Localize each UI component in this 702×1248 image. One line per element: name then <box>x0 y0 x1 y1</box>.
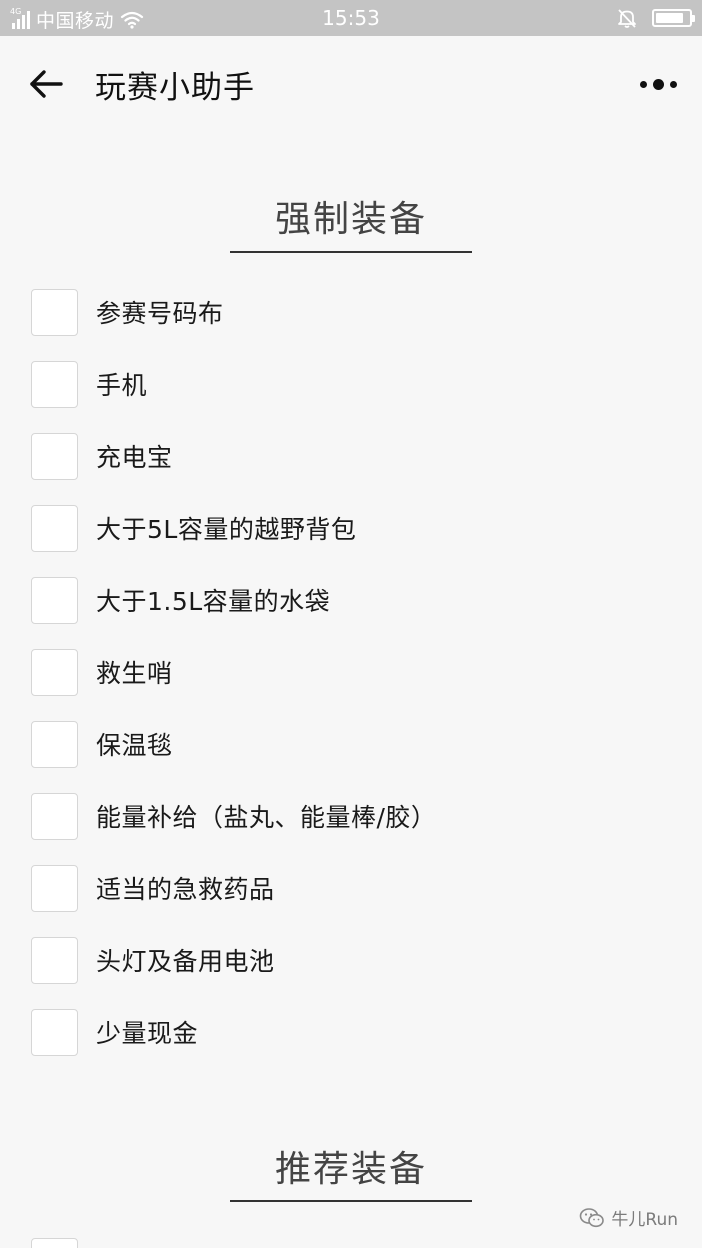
checklist-item-label: 参赛号码布 <box>96 299 224 328</box>
checklist-item[interactable]: 头灯及备用电池 <box>31 936 275 984</box>
nav-bar: 玩赛小助手 <box>0 36 702 130</box>
page-title: 玩赛小助手 <box>95 70 255 106</box>
checkbox[interactable] <box>31 648 78 696</box>
checkbox[interactable] <box>31 288 78 336</box>
battery-level <box>656 13 683 23</box>
back-button[interactable] <box>22 60 70 108</box>
checklist-item-label: 适当的急救药品 <box>96 875 275 904</box>
checkbox[interactable] <box>31 504 78 552</box>
status-clock: 15:53 <box>322 6 380 30</box>
checklist-item-label: 手机 <box>96 371 148 400</box>
status-bar: 4G 中国移动 15:53 <box>0 0 702 36</box>
checkbox[interactable] <box>31 432 78 480</box>
checklist-item[interactable]: 能量补给（盐丸、能量棒/胶） <box>31 792 436 840</box>
checklist-item-label: 大于5L容量的越野背包 <box>96 515 357 544</box>
arrow-left-icon <box>30 70 63 98</box>
checklist-item-label: 大于1.5L容量的水袋 <box>96 587 331 616</box>
checkbox[interactable] <box>31 1008 78 1056</box>
watermark-text: 牛儿Run <box>611 1210 678 1230</box>
wechat-icon <box>580 1207 605 1227</box>
checkbox[interactable] <box>31 1238 78 1248</box>
section-divider <box>230 1200 472 1202</box>
checklist-item[interactable]: 保温毯 <box>31 720 173 768</box>
more-button[interactable] <box>634 64 682 104</box>
bell-muted-icon <box>618 9 636 28</box>
checkbox[interactable] <box>31 936 78 984</box>
checklist-item-label: 保温毯 <box>96 731 173 760</box>
checklist-item-label: 头灯及备用电池 <box>96 947 275 976</box>
app-screen: 4G 中国移动 15:53 玩赛小助手 强制装备 参赛号码布 手机 充电宝 大于… <box>0 0 702 1248</box>
checklist-item[interactable]: 救生哨 <box>31 648 173 696</box>
section-title-mandatory: 强制装备 <box>274 199 427 240</box>
section-divider <box>230 251 472 253</box>
checklist-item-label: 救生哨 <box>96 659 173 688</box>
checklist-item-label: 少量现金 <box>96 1019 199 1048</box>
checklist-item[interactable]: 适当的急救药品 <box>31 864 275 912</box>
checklist-item[interactable]: 充电宝 <box>31 432 173 480</box>
checklist-item-label: 充电宝 <box>96 443 173 472</box>
status-right <box>616 7 695 29</box>
checkbox[interactable] <box>31 792 78 840</box>
checkbox[interactable] <box>31 720 78 768</box>
watermark: 牛儿Run <box>579 1205 678 1230</box>
checklist-item[interactable]: 大于5L容量的越野背包 <box>31 504 356 552</box>
checklist-item-label: 能量补给（盐丸、能量棒/胶） <box>96 803 437 832</box>
checklist-item[interactable]: 少量现金 <box>31 1008 198 1056</box>
section-title-recommended: 推荐装备 <box>274 1149 427 1190</box>
checkbox[interactable] <box>31 576 78 624</box>
checklist-item[interactable]: 手机 <box>31 360 147 408</box>
checklist-item[interactable]: 参赛号码布 <box>31 288 224 336</box>
checklist-item[interactable]: 大于1.5L容量的水袋 <box>31 576 330 624</box>
checkbox[interactable] <box>31 864 78 912</box>
checkbox[interactable] <box>31 360 78 408</box>
battery-icon <box>652 9 695 27</box>
more-dots-icon <box>639 80 647 88</box>
